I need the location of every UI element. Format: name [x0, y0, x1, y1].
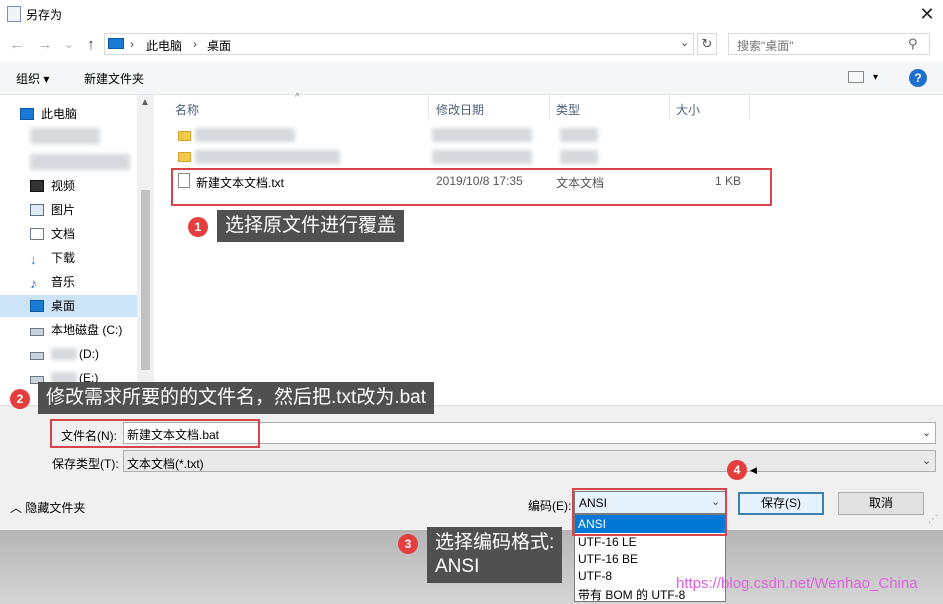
annotation-badge-2: 2 — [10, 389, 30, 409]
sort-ascending-icon: ^ — [295, 92, 300, 103]
column-header-size[interactable]: 大小 — [676, 101, 700, 118]
filetype-dropdown-icon[interactable]: ⌄ — [922, 454, 931, 467]
download-icon: ↓ — [30, 252, 37, 267]
column-header-type[interactable]: 类型 — [556, 101, 580, 118]
annotation-callout-2: 修改需求所要的的文件名，然后把.txt改为.bat — [38, 382, 435, 414]
close-button[interactable]: ✕ — [914, 2, 940, 26]
encoding-option[interactable]: UTF-8 — [578, 569, 612, 583]
redacted-item — [560, 150, 598, 164]
column-divider[interactable] — [749, 95, 750, 119]
redacted-item — [30, 154, 130, 170]
chevron-up-icon: ︿ — [10, 501, 23, 515]
annotation-callout-3: 选择编码格式: ANSI — [427, 527, 563, 583]
encoding-option[interactable]: UTF-16 BE — [578, 552, 638, 566]
sidebar-item-pictures[interactable]: 图片 — [30, 199, 75, 221]
help-icon[interactable]: ? — [909, 69, 927, 87]
view-options-icon[interactable] — [848, 71, 864, 83]
watermark: https://blog.csdn.net/Wenhao_China — [676, 575, 918, 592]
organize-menu[interactable]: 组织 ▾ — [16, 70, 49, 87]
video-icon — [30, 180, 44, 192]
scroll-up-icon[interactable]: ▲ — [140, 97, 150, 108]
filetype-select[interactable] — [123, 450, 936, 472]
recent-locations-button[interactable]: ⌄ — [60, 36, 78, 54]
column-header-modified[interactable]: 修改日期 — [436, 101, 484, 118]
redacted-item — [432, 150, 532, 164]
address-dropdown-icon[interactable]: ⌄ — [680, 36, 689, 49]
redacted-item — [560, 128, 598, 142]
encoding-option[interactable]: UTF-16 LE — [578, 535, 637, 549]
folder-icon — [178, 152, 191, 162]
sidebar-item-drive-c[interactable]: 本地磁盘 (C:) — [30, 319, 122, 341]
annotation-callout-1: 选择原文件进行覆盖 — [217, 210, 405, 242]
annotation-badge-1: 1 — [188, 217, 208, 237]
breadcrumb-separator[interactable]: › — [193, 37, 197, 51]
notepad-icon — [7, 6, 21, 22]
search-placeholder: 搜索"桌面" — [737, 39, 794, 53]
window-title: 另存为 — [26, 8, 63, 22]
redacted-item — [195, 150, 340, 164]
back-button[interactable]: ← — [8, 36, 26, 54]
column-divider[interactable] — [549, 95, 550, 119]
search-icon[interactable]: ⚲ — [908, 36, 918, 52]
drive-icon — [30, 352, 44, 360]
annotation-badge-4: 4 — [727, 460, 747, 480]
sidebar-item-music[interactable]: ♪ 音乐 — [30, 271, 75, 293]
sidebar-item-videos[interactable]: 视频 — [30, 175, 75, 197]
annotation-highlight-filename — [50, 419, 260, 448]
up-button[interactable]: ↑ — [82, 36, 100, 54]
pointer-icon: ◀ — [750, 465, 757, 475]
resize-grip-icon[interactable]: ⋰ — [928, 514, 938, 525]
annotation-badge-3: 3 — [398, 534, 418, 554]
title-bar — [0, 0, 943, 30]
filename-dropdown-icon[interactable]: ⌄ — [922, 426, 931, 439]
forward-button[interactable]: → — [36, 36, 54, 54]
sidebar-item-downloads[interactable]: ↓ 下载 — [30, 247, 75, 269]
pc-icon — [20, 108, 34, 120]
breadcrumb-separator[interactable]: › — [130, 37, 134, 51]
filetype-label: 保存类型(T): — [52, 457, 119, 471]
filetype-value[interactable]: 文本文档(*.txt) — [127, 455, 204, 472]
annotation-callout-3-line1: 选择编码格式: — [435, 532, 555, 553]
sidebar-item-desktop[interactable]: 桌面 — [30, 295, 75, 317]
column-divider[interactable] — [669, 95, 670, 119]
redacted-item — [51, 348, 77, 360]
picture-icon — [30, 204, 44, 216]
column-header-name[interactable]: 名称 — [175, 101, 199, 118]
sidebar-item-drive-d[interactable]: (D:) — [30, 343, 99, 365]
breadcrumb-desktop[interactable]: 桌面 — [207, 37, 231, 54]
redacted-item — [195, 128, 295, 142]
redacted-item — [30, 128, 100, 144]
pc-icon — [108, 38, 124, 49]
document-icon — [30, 228, 44, 240]
hide-folders-toggle[interactable]: ︿ 隐藏文件夹 — [10, 499, 85, 516]
column-divider[interactable] — [428, 95, 429, 119]
desktop-icon — [30, 300, 44, 312]
annotation-callout-3-line2: ANSI — [435, 556, 480, 577]
encoding-label: 编码(E): — [528, 499, 572, 513]
annotation-highlight-encoding — [572, 488, 727, 536]
scrollbar-thumb[interactable] — [141, 190, 150, 370]
music-icon: ♪ — [30, 275, 37, 291]
refresh-button[interactable]: ↻ — [697, 33, 717, 55]
sidebar-item-this-pc[interactable]: 此电脑 — [20, 103, 77, 125]
breadcrumb-this-pc[interactable]: 此电脑 — [146, 37, 182, 54]
save-button[interactable]: 保存(S) — [738, 492, 824, 515]
annotation-highlight-file — [171, 168, 772, 206]
encoding-option[interactable]: 带有 BOM 的 UTF-8 — [578, 586, 685, 603]
sidebar-item-documents[interactable]: 文档 — [30, 223, 75, 245]
new-folder-button[interactable]: 新建文件夹 — [84, 70, 144, 87]
view-dropdown-icon[interactable]: ▾ — [873, 72, 878, 83]
drive-icon — [30, 328, 44, 336]
folder-icon — [178, 131, 191, 141]
cancel-button[interactable]: 取消 — [838, 492, 924, 515]
redacted-item — [432, 128, 532, 142]
